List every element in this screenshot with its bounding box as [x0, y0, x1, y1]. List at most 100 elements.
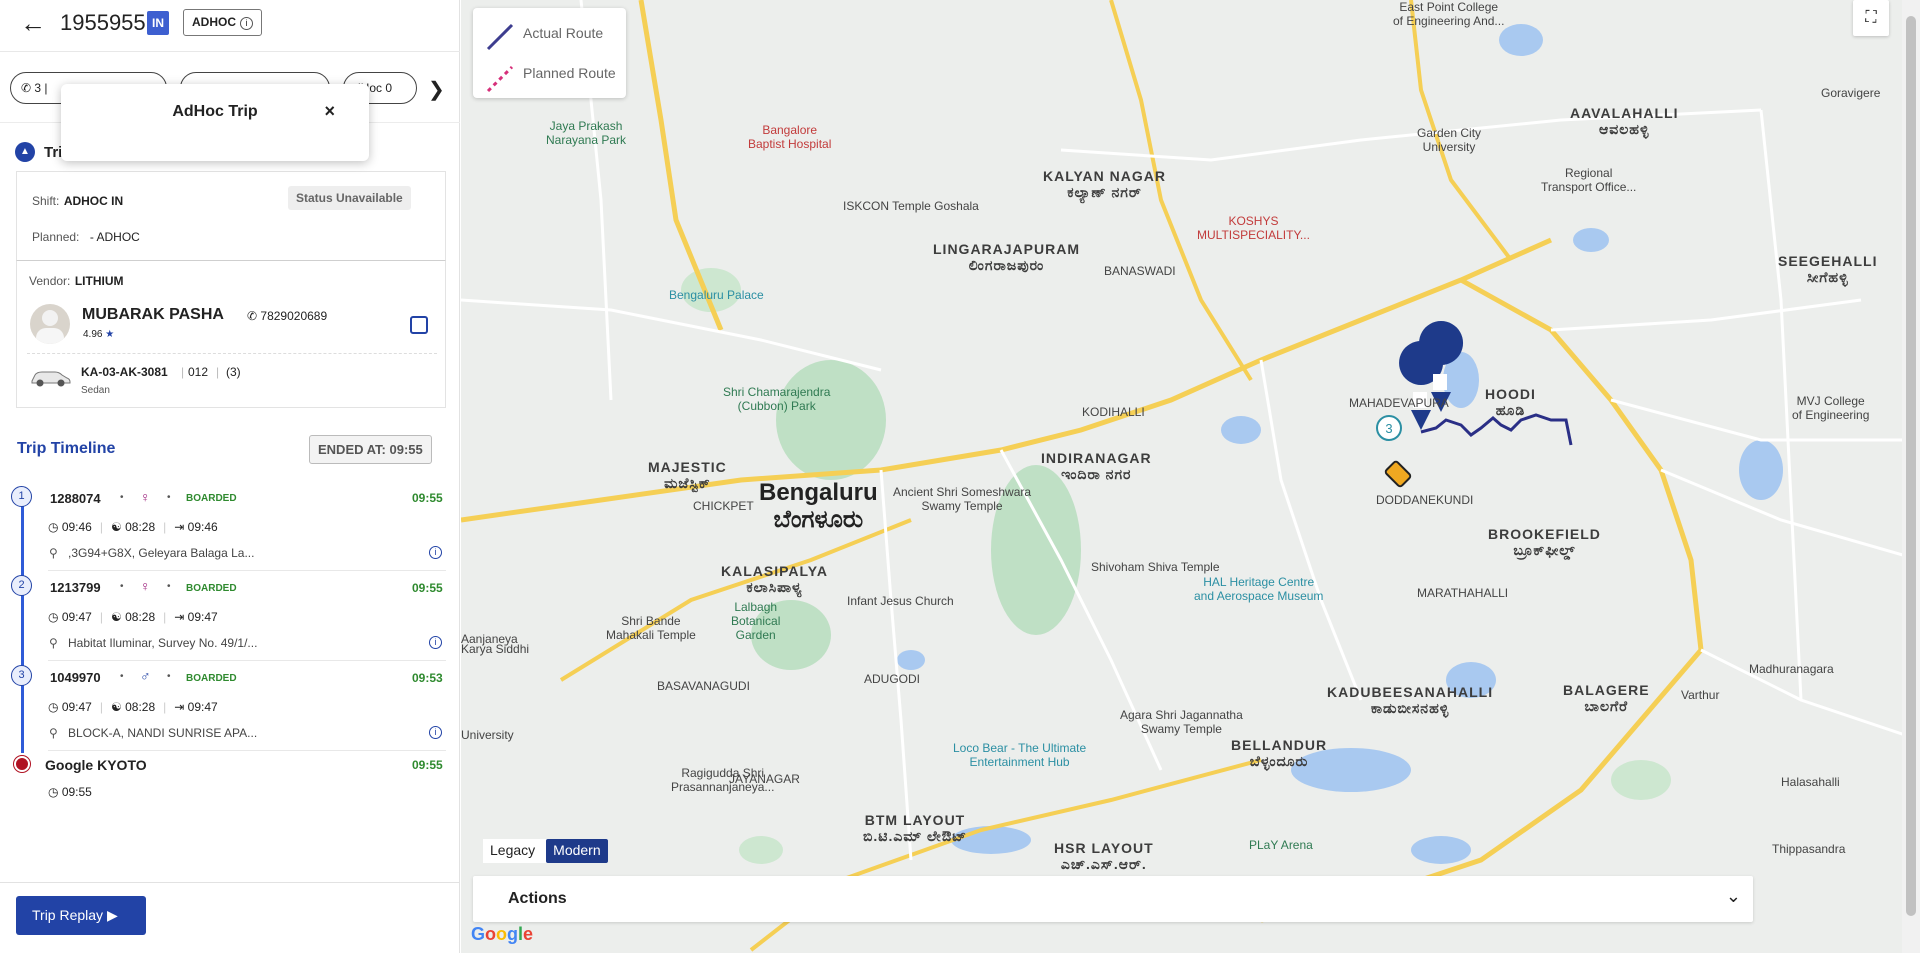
map-label-btm-layout: BTM LAYOUT ಬಿ.ಟಿ.ಎಮ್ ಲೇಔಟ್ — [863, 812, 967, 844]
map-label-adugodi: ADUGODI — [864, 672, 921, 686]
destination-name: Google KYOTO — [45, 757, 147, 773]
destination-sub-time: ◷ 09:55 — [48, 785, 92, 799]
timeline-title: Trip Timeline — [17, 440, 116, 457]
exit-icon: ⇥ — [174, 610, 185, 624]
chevron-down-icon[interactable]: ⌄ — [1726, 886, 1741, 907]
employee-id[interactable]: 1213799 — [50, 580, 101, 595]
stop-time: 09:55 — [412, 491, 443, 505]
planned-route-label: Planned Route — [523, 65, 616, 81]
person-icon: ☯ — [110, 610, 122, 624]
map-label-mahadevapura: MAHADEVAPURA — [1349, 396, 1449, 410]
map-label-doddanekundi: DODDANEKUNDI — [1376, 493, 1474, 507]
fullscreen-button[interactable]: ⛶ — [1853, 0, 1889, 36]
employee-id[interactable]: 1288074 — [50, 491, 101, 506]
vehicle-marker[interactable] — [1384, 460, 1412, 488]
map-label-university: University — [461, 728, 514, 742]
info-icon[interactable]: i — [429, 636, 442, 649]
avatar — [30, 304, 70, 344]
stop-address: BLOCK-A, NANDI SUNRISE APA... — [68, 726, 258, 740]
planned-route-icon — [486, 65, 514, 93]
stop-pin-marker[interactable]: 3 — [1376, 415, 1402, 441]
stop-address: ,3G94+G8X, Geleyara Balaga La... — [68, 546, 255, 560]
map-label-shivoham: Shivoham Shiva Temple — [1091, 560, 1220, 574]
employee-id[interactable]: 1049970 — [50, 670, 101, 685]
clock-icon: ◷ — [48, 610, 59, 624]
edit-icon[interactable] — [410, 316, 428, 334]
chip-count: 3 — [34, 81, 42, 95]
vehicle-capacity: (3) — [226, 365, 241, 379]
map-label-kalasipalya: KALASIPALYA ಕಲಾಸಿಪಾಳ್ಯ — [721, 563, 828, 595]
map-label-halasahalli: Halasahalli — [1781, 775, 1840, 789]
person-icon: ☯ — [110, 700, 122, 714]
map-label-regional-transport: Regional Transport Office... — [1541, 166, 1637, 194]
info-icon: i — [240, 17, 253, 30]
location-pin-icon: ⚲ — [49, 726, 58, 740]
exit-icon: ⇥ — [174, 520, 185, 534]
actual-route-icon — [486, 23, 514, 51]
svg-text:3: 3 — [1385, 421, 1392, 436]
male-icon: ♂ — [140, 668, 151, 684]
arrow-left-icon: ← — [20, 8, 46, 38]
map-label-goravigere: Goravigere — [1821, 86, 1881, 100]
driver-name: MUBARAK PASHA — [82, 306, 224, 323]
boarding-status: BOARDED — [186, 673, 237, 684]
vehicle-code: 012 — [188, 365, 209, 379]
map-label-koshys: KOSHYS MULTISPECIALITY... — [1197, 214, 1310, 242]
direction-badge: IN — [147, 11, 169, 35]
rating-value: 4.96 — [83, 329, 103, 340]
map-label-kalyan-nagar: KALYAN NAGAR ಕಲ್ಯಾಣ್ ನಗರ್ — [1043, 168, 1166, 200]
driver-phone[interactable]: ✆ 7829020689 — [247, 309, 327, 323]
scrollbar[interactable] — [1902, 0, 1920, 953]
map-label-basavanagudi: BASAVANAGUDI — [657, 679, 750, 693]
actions-panel[interactable]: Actions ⌄ — [473, 876, 1753, 922]
map-label-jayaprakash-park: Jaya Prakash Narayana Park — [546, 119, 627, 147]
clock-icon: ◷ — [48, 785, 59, 799]
map-label-indiranagar: INDIRANAGAR ಇಂದಿರಾ ನಗರ — [1041, 450, 1152, 482]
stop-times: ◷ 09:46 | ☯ 08:28 | ⇥ 09:46 — [48, 520, 218, 534]
map-label-seegehalli: SEEGEHALLI ಸೀಗೆಹಳ್ಳಿ — [1778, 253, 1878, 285]
map-label-kadubeesanahalli: KADUBEESANAHALLI ಕಾಡುಬೀಸನಹಳ್ಳಿ — [1327, 684, 1494, 716]
status-badge: Status Unavailable — [288, 186, 411, 210]
map-label-play-arena: PLaY Arena — [1249, 838, 1313, 852]
map-label-lalbagh: Lalbagh Botanical Garden — [731, 600, 781, 642]
female-icon: ♀ — [140, 489, 151, 505]
info-icon[interactable]: i — [429, 546, 442, 559]
map-label-aavalahalli: AAVALAHALLI ಆವಲಹಳ್ಳಿ — [1570, 105, 1679, 137]
chevron-right-icon[interactable]: ❯ — [428, 77, 445, 102]
back-button[interactable]: ← — [20, 9, 48, 37]
map-label-baptist-hospital: Bangalore Baptist Hospital — [748, 123, 832, 151]
legacy-toggle[interactable]: Legacy — [483, 839, 542, 863]
info-icon[interactable]: i — [429, 726, 442, 739]
star-icon: ★ — [105, 329, 115, 340]
map-label-bengaluru: Bengaluru ಬೆಂಗಳೂರು — [759, 479, 878, 533]
trip-replay-button[interactable]: Trip Replay ▶ — [16, 896, 146, 935]
map-label-banaswadi: BANASWADI — [1104, 264, 1176, 278]
actions-label: Actions — [508, 890, 567, 907]
actual-route-label: Actual Route — [523, 25, 604, 41]
map-label-infant-jesus: Infant Jesus Church — [847, 594, 954, 608]
planned-label: Planned: — [32, 230, 80, 244]
car-icon — [31, 371, 71, 387]
trip-section-label: Tri — [44, 144, 63, 161]
destination-marker — [14, 756, 30, 772]
map-label-agara-temple: Agara Shri Jagannatha Swamy Temple — [1120, 708, 1243, 736]
ended-at-badge: ENDED AT: 09:55 — [309, 435, 432, 464]
stop-number: 2 — [11, 575, 32, 596]
chevron-up-icon[interactable]: ▲ — [15, 142, 35, 162]
modern-toggle[interactable]: Modern — [546, 839, 608, 863]
destination-time: 09:55 — [412, 758, 443, 772]
trip-type-badge[interactable]: ADHOC i — [183, 9, 262, 36]
stop-times: ◷ 09:47 | ☯ 08:28 | ⇥ 09:47 — [48, 700, 218, 714]
map-label-balagere: BALAGERE ಬಾಲಗೆರೆ — [1563, 682, 1650, 714]
close-icon[interactable]: × — [324, 101, 335, 122]
timeline-line — [21, 504, 24, 753]
map-label-jayanagar: JAYANAGAR — [729, 772, 800, 786]
planned-value: - ADHOC — [89, 230, 140, 244]
map-view[interactable]: 3 Actual Route Planned Route Bengaluru ಬೆ… — [461, 0, 1920, 953]
trip-details-panel: ← 1955955 IN ADHOC i ✆ 3 | dHoc 0 ❯ AdHoc… — [0, 0, 460, 953]
trip-id: 1955955 — [60, 10, 146, 35]
driver-rating: 4.96 ★ — [83, 329, 114, 340]
map-label-garden-city: Garden City University — [1417, 126, 1482, 154]
map-label-hsr-layout: HSR LAYOUT ಎಚ್.ಎಸ್.ಆರ್. — [1054, 840, 1154, 872]
phone-icon: ✆ — [247, 309, 258, 323]
